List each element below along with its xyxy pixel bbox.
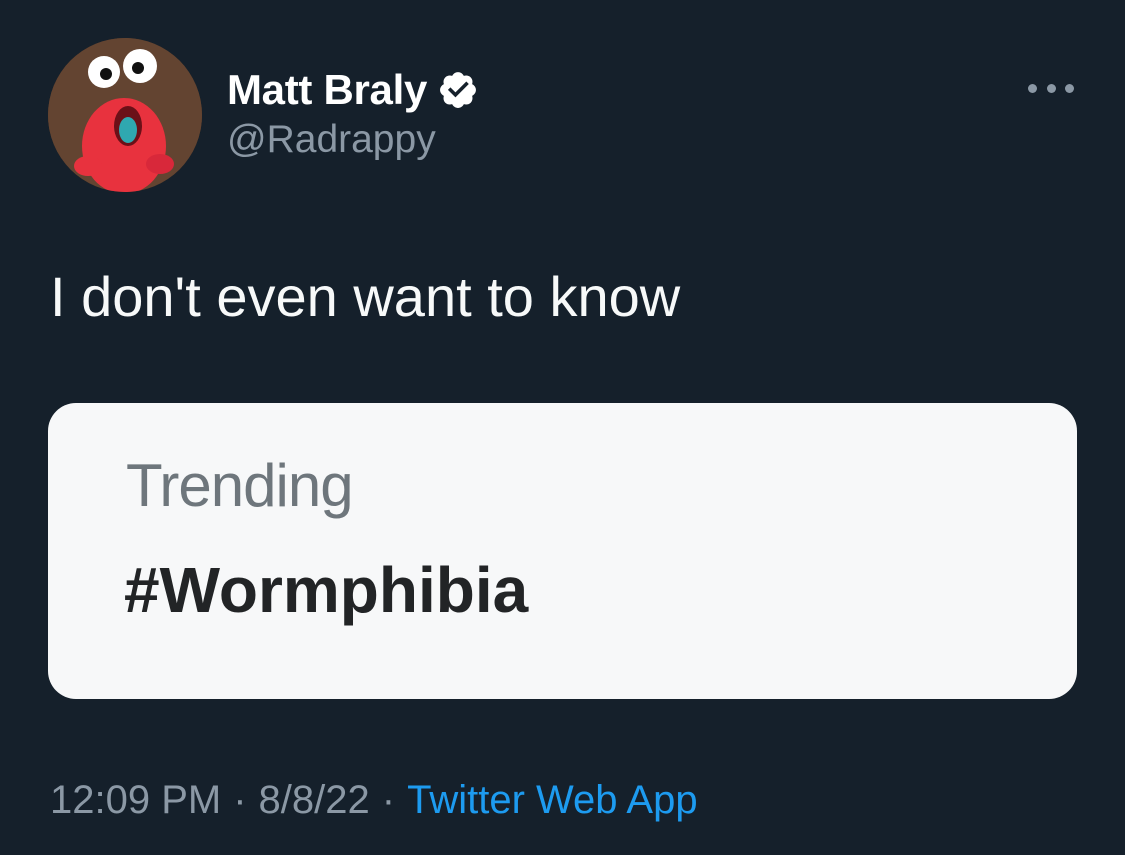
tweet-text: I don't even want to know	[50, 265, 681, 328]
more-dot	[1046, 83, 1056, 93]
tweet-meta: 12:09 PM · 8/8/22 · Twitter Web App	[50, 772, 698, 828]
trend-label: Trending	[126, 452, 354, 519]
tweet-date[interactable]: 8/8/22	[259, 778, 370, 823]
avatar-image	[48, 38, 202, 192]
author-name-row: Matt Braly	[227, 64, 479, 116]
meta-separator: ·	[381, 777, 396, 822]
tweet-time[interactable]: 12:09 PM	[50, 778, 221, 823]
author-display-name[interactable]: Matt Braly	[227, 66, 427, 114]
more-dot	[1028, 83, 1037, 93]
avatar[interactable]	[48, 38, 202, 192]
meta-separator: ·	[233, 777, 247, 822]
tweet-source-link[interactable]: Twitter Web App	[407, 778, 698, 823]
tweet-media-image[interactable]: Trending #Wormphibia	[48, 403, 1077, 699]
trend-hashtag: #Wormphibia	[124, 554, 529, 626]
more-dot	[1065, 83, 1074, 93]
verified-badge-icon	[440, 72, 476, 108]
more-options-icon[interactable]	[1028, 78, 1074, 98]
author-handle[interactable]: @Radrappy	[227, 118, 436, 162]
tweet: Matt Braly @Radrappy I don't even want t…	[0, 0, 1125, 855]
